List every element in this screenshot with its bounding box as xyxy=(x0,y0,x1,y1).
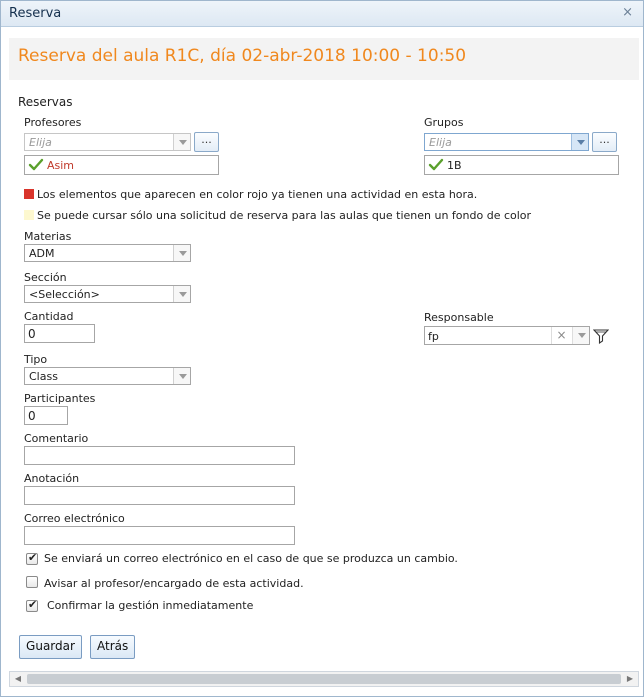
reserva-dialog: Reserva × Reserva del aula R1C, día 02-a… xyxy=(0,0,644,697)
scroll-left-icon[interactable]: ◀ xyxy=(10,672,26,686)
save-button[interactable]: Guardar xyxy=(19,635,82,659)
grupos-selected: 1B xyxy=(424,155,619,175)
scroll-right-icon[interactable]: ▶ xyxy=(622,672,638,686)
chevron-down-icon[interactable] xyxy=(173,368,190,384)
cantidad-label: Cantidad xyxy=(24,310,74,323)
profesores-browse-button[interactable]: ... xyxy=(194,132,219,152)
profesor-selected-name: Asim xyxy=(47,159,75,172)
red-legend-swatch xyxy=(24,189,34,199)
check-icon xyxy=(28,158,44,171)
yellow-legend-swatch xyxy=(24,210,34,220)
profesores-combo[interactable]: Elija xyxy=(24,133,191,151)
cantidad-input[interactable]: 0 xyxy=(24,324,95,343)
clear-icon[interactable]: × xyxy=(551,327,571,344)
chevron-down-icon[interactable] xyxy=(173,245,190,261)
responsable-label: Responsable xyxy=(424,311,494,324)
tipo-value: Class xyxy=(29,370,58,383)
anotacion-label: Anotación xyxy=(24,472,80,485)
notify-email-checkbox[interactable] xyxy=(26,551,38,565)
back-button[interactable]: Atrás xyxy=(90,635,135,659)
grupos-combo[interactable]: Elija xyxy=(424,133,589,151)
tipo-label: Tipo xyxy=(24,353,48,366)
participantes-input[interactable]: 0 xyxy=(24,406,68,425)
correo-label: Correo electrónico xyxy=(24,512,125,525)
tipo-select[interactable]: Class xyxy=(24,367,191,385)
reservas-label: Reservas xyxy=(18,95,73,109)
yellow-legend-text: Se puede cursar sólo una solicitud de re… xyxy=(37,209,532,222)
window-title: Reserva xyxy=(9,6,62,21)
red-legend-text: Los elementos que aparecen en color rojo… xyxy=(37,188,478,201)
confirm-now-checkbox[interactable] xyxy=(26,598,38,612)
participantes-label: Participantes xyxy=(24,392,96,405)
seccion-label: Sección xyxy=(24,271,67,284)
grupos-label: Grupos xyxy=(424,116,464,129)
header-band: Reserva del aula R1C, día 02-abr-2018 10… xyxy=(9,38,639,80)
grupo-selected-name: 1B xyxy=(447,159,462,172)
title-bar[interactable]: Reserva × xyxy=(1,1,643,27)
confirm-now-label: Confirmar la gestión inmediatamente xyxy=(47,599,254,612)
seccion-select[interactable]: <Selección> xyxy=(24,285,191,303)
seccion-value: <Selección> xyxy=(29,288,100,301)
chevron-down-icon[interactable] xyxy=(572,327,589,344)
profesores-label: Profesores xyxy=(24,116,82,129)
grupos-placeholder: Elija xyxy=(429,136,452,149)
page-title: Reserva del aula R1C, día 02-abr-2018 10… xyxy=(18,46,467,66)
notify-teacher-checkbox[interactable] xyxy=(26,576,38,588)
materias-select[interactable]: ADM xyxy=(24,244,191,262)
profesores-selected: Asim xyxy=(24,155,219,175)
correo-input[interactable] xyxy=(24,526,295,545)
close-icon[interactable]: × xyxy=(622,5,633,20)
profesores-placeholder: Elija xyxy=(29,136,52,149)
comentario-input[interactable] xyxy=(24,446,295,465)
horizontal-scrollbar[interactable]: ◀ ▶ xyxy=(9,671,639,687)
chevron-down-icon[interactable] xyxy=(173,134,190,150)
chevron-down-icon[interactable] xyxy=(571,134,588,150)
scroll-thumb[interactable] xyxy=(27,674,621,684)
check-icon xyxy=(428,158,444,171)
anotacion-input[interactable] xyxy=(24,486,295,505)
grupos-browse-button[interactable]: ... xyxy=(592,132,617,152)
materias-label: Materias xyxy=(24,230,72,243)
materias-value: ADM xyxy=(29,247,55,260)
filter-icon[interactable] xyxy=(593,328,609,344)
comentario-label: Comentario xyxy=(24,432,89,445)
notify-teacher-label: Avisar al profesor/encargado de esta act… xyxy=(44,577,304,590)
responsable-combo[interactable]: fp × xyxy=(424,326,590,345)
responsable-value: fp xyxy=(428,330,439,343)
chevron-down-icon[interactable] xyxy=(173,286,190,302)
notify-email-label: Se enviará un correo electrónico en el c… xyxy=(44,552,458,565)
